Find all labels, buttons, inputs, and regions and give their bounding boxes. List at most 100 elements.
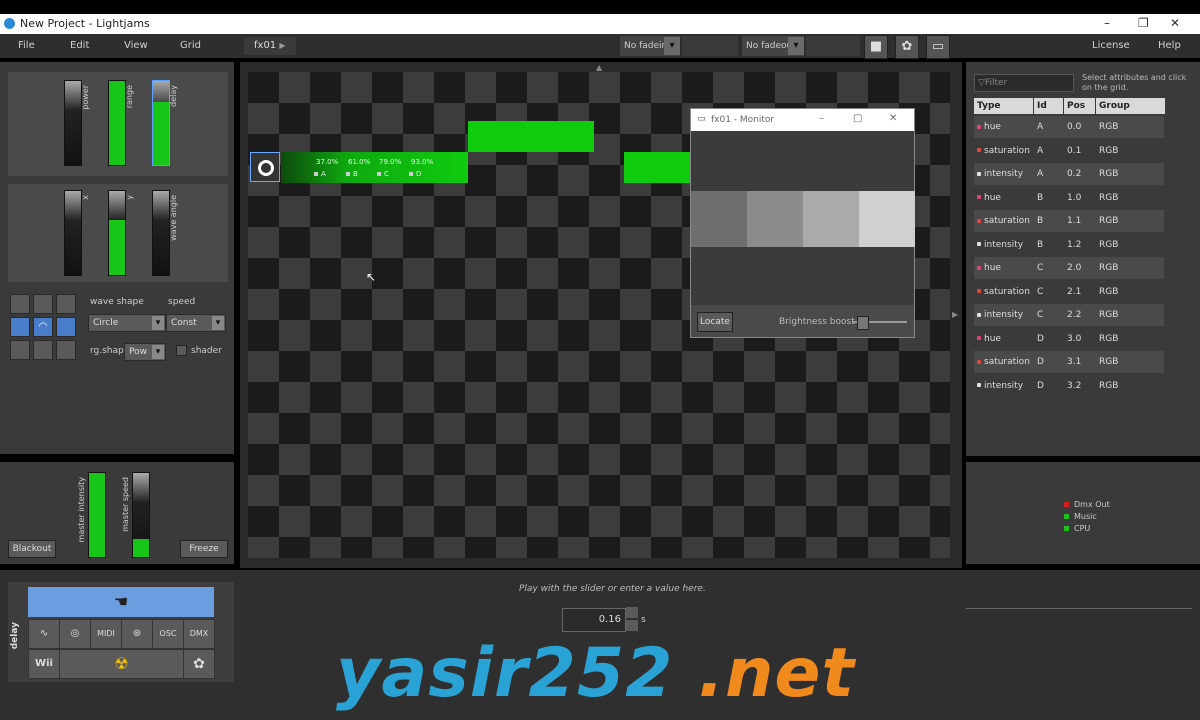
direction-n[interactable] [33,294,53,314]
direction-center[interactable]: ◠ [33,317,53,337]
direction-w[interactable] [10,317,30,337]
source-dmx-button[interactable]: DMX [183,619,215,649]
cell-id: D [1037,333,1044,344]
menu-grid[interactable]: Grid [180,40,201,51]
y-slider[interactable]: y [108,190,134,276]
grid-tab[interactable]: fx01 ▶ [244,37,296,55]
menu-license[interactable]: License [1092,40,1130,51]
direction-nw[interactable] [10,294,30,314]
manual-source-button[interactable]: ☚ [28,587,214,617]
value-input[interactable]: 0.16 [562,608,626,632]
table-row[interactable]: hue A 0.0 RGB [974,116,1164,138]
fixture-selector[interactable] [250,152,280,182]
monitor-close-button[interactable]: ✕ [889,113,897,124]
brightness-knob[interactable] [857,316,870,330]
cell-type: hue [977,257,1001,279]
speed-value: Const [171,318,197,328]
close-button[interactable]: ✕ [1170,16,1180,30]
table-row[interactable]: intensity D 3.2 RGB [974,375,1164,397]
column-type[interactable]: Type [974,98,1033,114]
direction-se[interactable] [56,340,76,360]
value-decrement-button[interactable] [626,620,638,631]
watermark: yasir252 .net [336,634,855,714]
power-slider[interactable]: power [64,80,90,166]
minimize-button[interactable]: – [1104,16,1110,30]
cell-type: intensity [977,163,1023,185]
wave-shape-select[interactable]: Circle ▾ [88,314,166,332]
menu-file[interactable]: File [18,40,35,51]
menu-view[interactable]: View [124,40,148,51]
speed-select[interactable]: Const ▾ [166,314,226,332]
gray-swatch [803,191,859,247]
table-row[interactable]: saturation D 3.1 RGB [974,351,1164,373]
direction-sw[interactable] [10,340,30,360]
grid-cell-active[interactable] [624,152,690,183]
rg-shape-value: Pow [129,347,147,357]
master-intensity-slider[interactable]: master intensity [77,472,106,558]
chevron-down-icon: ▾ [212,316,224,330]
source-timer-button[interactable]: ⊛ [121,619,153,649]
master-speed-slider[interactable]: master speed [121,472,150,558]
blackout-button[interactable]: Blackout [8,540,56,558]
cell-group: RGB [1099,192,1119,203]
filter-input[interactable]: ▽Filter [974,74,1074,92]
table-row[interactable]: intensity B 1.2 RGB [974,234,1164,256]
gray-swatch [747,191,803,247]
stop-button[interactable]: ■ [864,35,888,59]
palette-button[interactable]: ✿ [895,35,919,59]
collapse-right-icon[interactable]: ▶ [952,310,958,319]
cell-percent: 79.0% [379,158,402,166]
monitor-button[interactable]: ▭ [926,35,950,59]
cell-group: RGB [1099,122,1119,132]
source-radiation-button[interactable]: ☢ [59,649,184,679]
cell-pos: 2.2 [1067,310,1082,320]
wave-angle-slider[interactable]: wave angle [152,190,178,276]
maximize-button[interactable]: ❐ [1138,16,1149,30]
fade-in-field[interactable] [682,36,738,56]
grid-cell-fixture[interactable] [281,152,468,183]
shader-checkbox[interactable] [176,345,187,356]
menu-edit[interactable]: Edit [70,40,89,51]
table-row[interactable]: hue C 2.0 RGB [974,257,1164,279]
table-row[interactable]: hue B 1.0 RGB [974,187,1164,209]
source-audio-button[interactable]: ◎ [59,619,91,649]
source-osc-button[interactable]: OSC [152,619,184,649]
collapse-up-icon[interactable]: ▲ [596,63,602,72]
cell-id: C [1037,263,1044,273]
filter-placeholder: Filter [984,78,1008,88]
locate-button[interactable]: Locate [697,312,733,332]
column-pos[interactable]: Pos [1064,98,1095,114]
menu-bar: File Edit View Grid License Help [0,34,1200,58]
source-wii-button[interactable]: Wii [28,649,60,679]
direction-ne[interactable] [56,294,76,314]
fade-out-field[interactable] [806,36,860,56]
direction-s[interactable] [33,340,53,360]
freeze-button[interactable]: Freeze [180,540,228,558]
monitor-maximize-button[interactable]: ▢ [853,113,862,124]
table-row[interactable]: saturation C 2.1 RGB [974,281,1164,303]
range-slider[interactable]: range [108,80,134,166]
monitor-minimize-button[interactable]: – [819,113,824,124]
table-row[interactable]: intensity C 2.2 RGB [974,304,1164,326]
column-id[interactable]: Id [1034,98,1063,114]
table-row[interactable]: intensity A 0.2 RGB [974,163,1164,185]
source-palette-button[interactable]: ✿ [183,649,215,679]
table-row[interactable]: saturation B 1.1 RGB [974,210,1164,232]
delay-slider[interactable]: delay [152,80,178,166]
fade-out-select[interactable]: No fadeout ▾ [742,36,804,56]
watermark-name: yasir252 [336,634,674,713]
source-midi-button[interactable]: MIDI [90,619,122,649]
x-slider[interactable]: x [64,190,90,276]
menu-help[interactable]: Help [1158,40,1181,51]
value-increment-button[interactable] [626,607,638,618]
rg-shape-select[interactable]: Pow ▾ [124,343,166,361]
source-wave-button[interactable]: ∿ [28,619,60,649]
column-group[interactable]: Group [1096,98,1165,114]
table-row[interactable]: saturation A 0.1 RGB [974,140,1164,162]
table-row[interactable]: hue D 3.0 RGB [974,328,1164,350]
fade-in-select[interactable]: No fadein ▾ [620,36,680,56]
brightness-slider[interactable] [853,316,907,330]
cell-id: D [1037,357,1044,367]
grid-cell-active[interactable] [468,121,594,152]
direction-e[interactable] [56,317,76,337]
